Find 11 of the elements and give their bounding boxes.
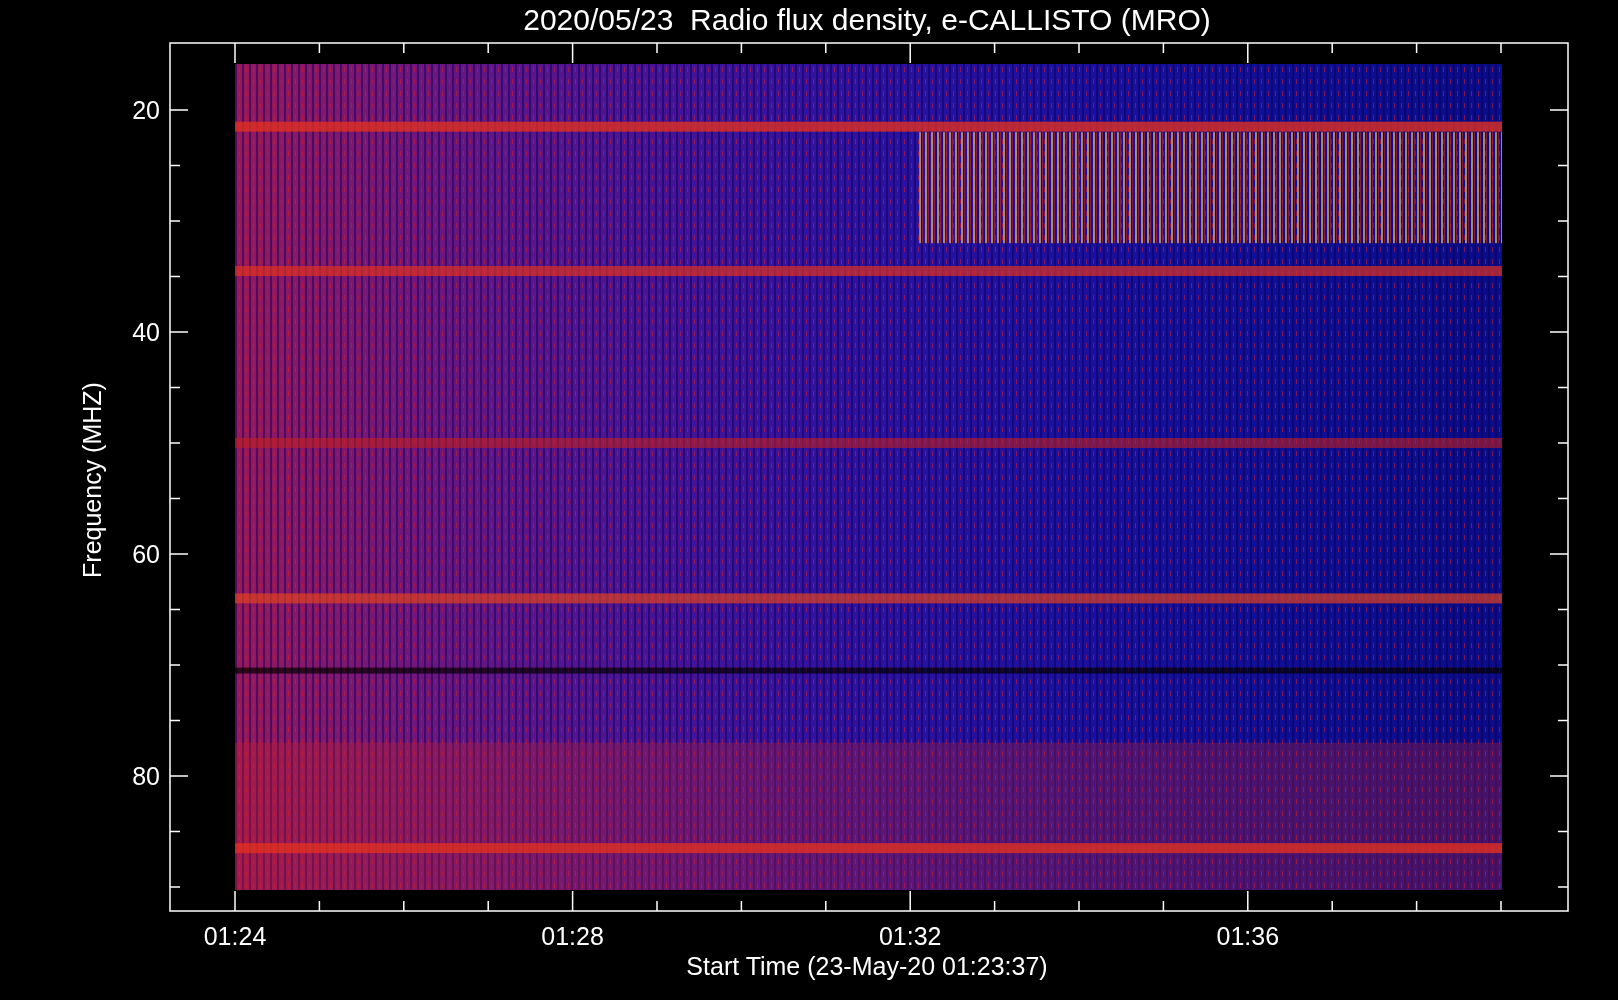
tick-label: 40	[132, 318, 160, 346]
tick-label: 60	[132, 540, 160, 568]
tick-label: 01:32	[878, 922, 942, 950]
tick-label: 01:28	[541, 922, 604, 950]
tick-label: 01:24	[203, 922, 267, 950]
tick-label: 20	[132, 96, 160, 124]
axis-label: Start Time (23-May-20 01:23:37)	[686, 952, 1048, 980]
tick-label: 80	[132, 762, 160, 790]
plot-title: 2020/05/23 Radio flux density, e-CALLISTO (MRO)	[523, 3, 1211, 36]
tick-label: 01:36	[1216, 922, 1280, 950]
axis-label: Frequency (MHZ)	[78, 382, 106, 578]
